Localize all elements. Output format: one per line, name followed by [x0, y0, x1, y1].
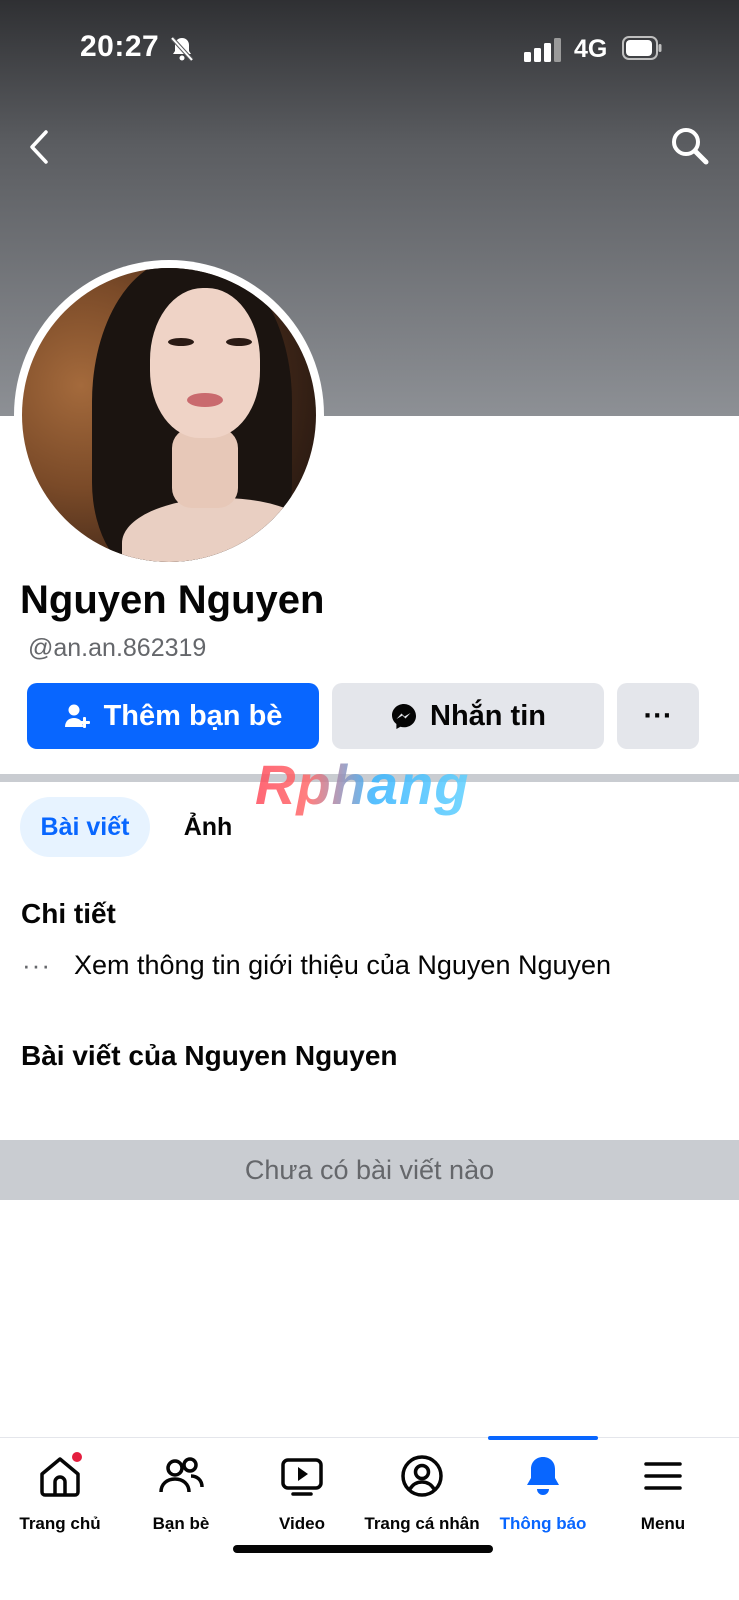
nav-home[interactable]: Trang chủ [0, 1450, 120, 1552]
nav-friends[interactable]: Bạn bè [121, 1452, 241, 1552]
home-indicator[interactable] [233, 1545, 493, 1553]
bell-off-icon [170, 36, 194, 67]
back-button[interactable] [22, 126, 62, 170]
profile-name: Nguyen Nguyen [20, 578, 325, 622]
nav-video[interactable]: Video [242, 1452, 362, 1552]
nav-home-label: Trang chủ [19, 1514, 101, 1533]
menu-icon [639, 1452, 687, 1500]
network-type: 4G [574, 35, 608, 63]
nav-profile-label: Trang cá nhân [364, 1514, 480, 1533]
nav-profile[interactable]: Trang cá nhân [362, 1452, 482, 1552]
add-friend-label: Thêm bạn bè [103, 699, 283, 732]
avatar [22, 268, 316, 562]
notification-dot [70, 1450, 84, 1464]
status-time: 20:27 [80, 30, 160, 63]
tab-photos[interactable]: Ảnh [168, 797, 248, 857]
video-icon [278, 1452, 326, 1500]
search-icon [668, 128, 712, 172]
nav-notifications-label: Thông báo [499, 1514, 587, 1533]
search-button[interactable] [668, 124, 712, 168]
profile-picture[interactable] [14, 260, 324, 570]
home-icon [36, 1450, 84, 1500]
messenger-icon [390, 702, 418, 730]
nav-friends-label: Bạn bè [152, 1514, 210, 1533]
signal-icon [524, 38, 564, 62]
more-dots-icon: ··· [22, 949, 51, 980]
details-title: Chi tiết [21, 898, 116, 929]
message-label: Nhắn tin [430, 699, 546, 732]
profile-icon [398, 1452, 446, 1500]
more-icon: ··· [643, 699, 673, 732]
active-tab-indicator [488, 1436, 598, 1440]
profile-handle: @an.an.862319 [28, 634, 207, 662]
add-friend-icon [64, 702, 92, 730]
chevron-left-icon [22, 130, 62, 174]
friends-icon [157, 1452, 205, 1500]
tab-posts[interactable]: Bài viết [20, 797, 150, 857]
more-options-button[interactable]: ··· [617, 683, 699, 749]
message-button[interactable]: Nhắn tin [332, 683, 604, 749]
nav-video-label: Video [279, 1514, 325, 1533]
add-friend-button[interactable]: Thêm bạn bè [27, 683, 319, 749]
watermark: Rphang [255, 753, 470, 816]
nav-notifications[interactable]: Thông báo [483, 1452, 603, 1552]
nav-menu-label: Menu [640, 1514, 686, 1533]
empty-posts-message: Chưa có bài viết nào [0, 1140, 739, 1200]
intro-link-label: Xem thông tin giới thiệu của Nguyen Nguy… [74, 949, 612, 980]
battery-icon [622, 36, 662, 65]
posts-title: Bài viết của Nguyen Nguyen [21, 1040, 398, 1071]
intro-link[interactable]: ··· Xem thông tin giới thiệu của Nguyen … [22, 945, 611, 985]
bell-icon [519, 1452, 567, 1500]
status-bar: 20:27 4G [0, 0, 739, 100]
bottom-navigation: Trang chủ Bạn bè Video Trang cá nhân Thô… [0, 1436, 739, 1600]
nav-menu[interactable]: Menu [603, 1452, 723, 1552]
